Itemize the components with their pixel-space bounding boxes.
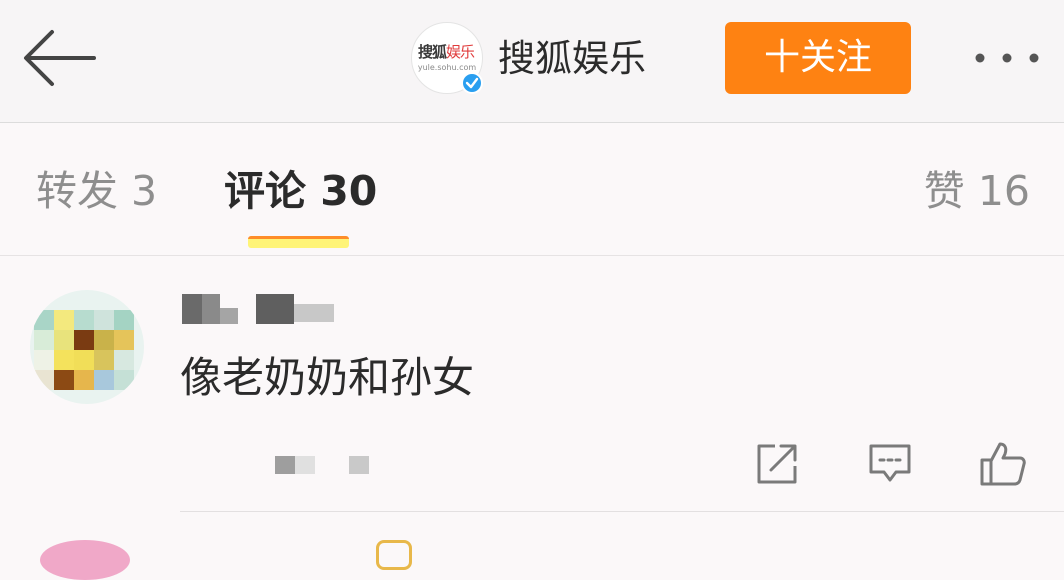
comment-icon (869, 444, 911, 482)
comment-divider (180, 511, 1064, 512)
check-icon (465, 77, 479, 89)
share-button[interactable] (753, 440, 801, 488)
logo-text-dark: 搜狐 (418, 43, 447, 61)
comment-meta-redacted (275, 456, 375, 478)
next-commenter-badge (376, 540, 412, 570)
like-button[interactable] (978, 440, 1026, 488)
comment-text: 像老奶奶和孙女 (180, 353, 475, 402)
logo-url-text: yule.sohu.com (417, 63, 477, 72)
thumbs-up-icon (980, 442, 1026, 486)
more-dots-icon (975, 53, 1039, 63)
commenter-avatar[interactable] (30, 290, 144, 404)
comment-item: 像老奶奶和孙女 (0, 256, 1064, 511)
account-avatar[interactable]: 搜狐娱乐 yule.sohu.com (411, 22, 483, 94)
top-bar: 搜狐娱乐 yule.sohu.com 搜狐娱乐 十关注 (0, 0, 1064, 123)
next-commenter-avatar[interactable] (40, 540, 130, 580)
logo-text-red: 娱乐 (446, 43, 475, 61)
active-tab-indicator (248, 236, 349, 248)
verified-badge (461, 72, 483, 94)
tab-comments[interactable]: 评论 30 (224, 163, 377, 219)
back-button[interactable] (20, 26, 100, 90)
commenter-username-redacted[interactable] (182, 292, 342, 332)
comment-tabs: 转发 3 评论 30 赞 16 (0, 123, 1064, 256)
tab-likes[interactable]: 赞 16 (924, 163, 1030, 219)
account-name[interactable]: 搜狐娱乐 (498, 34, 646, 84)
tab-reposts[interactable]: 转发 3 (36, 163, 157, 219)
follow-button[interactable]: 十关注 (725, 22, 911, 94)
share-icon (757, 444, 797, 484)
more-button[interactable] (965, 40, 1049, 76)
arrow-left-icon (24, 30, 96, 86)
reply-button[interactable] (866, 440, 914, 488)
